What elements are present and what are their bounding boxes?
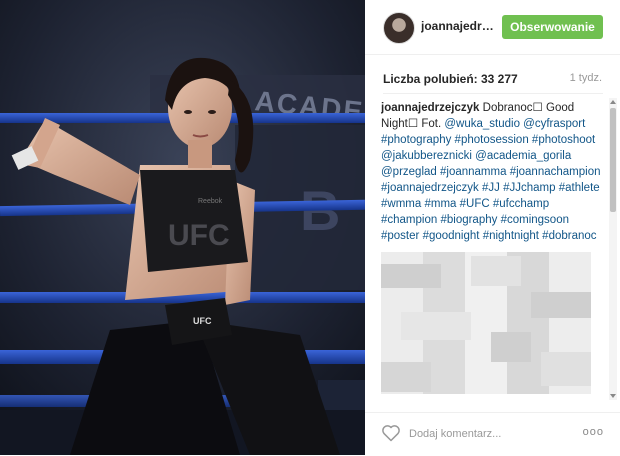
hashtag-link[interactable]: #photoshoot — [532, 134, 595, 146]
mention-link[interactable]: @academia_gorila — [475, 150, 571, 162]
likes-count[interactable]: Liczba polubień: 33 277 — [383, 72, 518, 86]
hashtag-link[interactable]: #ufcchamp — [493, 198, 549, 210]
avatar[interactable] — [383, 12, 415, 44]
glove-text: UFC — [193, 316, 212, 326]
hashtag-link[interactable]: #photosession — [455, 134, 529, 146]
post-time[interactable]: 1 tydz. — [570, 72, 602, 84]
logo-text: Reebok — [198, 198, 223, 205]
hashtag-link[interactable]: #joannajedrzejczyk — [381, 182, 479, 194]
divider — [383, 93, 603, 94]
comment-input[interactable] — [409, 425, 559, 443]
hashtag-link[interactable]: #UFC — [460, 198, 490, 210]
username-link[interactable]: joannajedrzejczyk — [421, 19, 497, 33]
hashtag-link[interactable]: #mma — [424, 198, 456, 210]
caption-scrollbar[interactable] — [609, 98, 617, 400]
post-photo[interactable]: ACADEMIA B UFC Reebok — [0, 0, 365, 455]
mention-link[interactable]: @jakubbereznicki — [381, 150, 472, 162]
photo-image: ACADEMIA B UFC Reebok — [0, 0, 365, 455]
follow-button[interactable]: Obserwowanie — [502, 15, 603, 39]
scroll-up-icon[interactable] — [610, 100, 616, 104]
hashtag-link[interactable]: #dobranoc — [542, 230, 596, 242]
hashtag-link[interactable]: #joannamma — [440, 166, 506, 178]
hashtag-link[interactable]: #nightnight — [483, 230, 539, 242]
hashtag-link[interactable]: #goodnight — [423, 230, 480, 242]
hashtag-link[interactable]: #JJchamp — [503, 182, 555, 194]
hashtag-link[interactable]: #JJ — [482, 182, 500, 194]
caption: joannajedrzejczyk Dobranoc☐ Good Night☐ … — [381, 100, 605, 400]
mention-link[interactable]: @cyfrasport — [523, 118, 585, 130]
post-header: joannajedrzejczyk Obserwowanie — [365, 0, 620, 55]
shirt-text: UFC — [168, 219, 230, 252]
hashtag-link[interactable]: #wmma — [381, 198, 421, 210]
hashtag-link[interactable]: #joannachampion — [510, 166, 601, 178]
hashtag-link[interactable]: #comingsoon — [501, 214, 569, 226]
hashtag-link[interactable]: #photography — [381, 134, 451, 146]
hashtag-link[interactable]: #athlete — [559, 182, 600, 194]
post-sidebar: joannajedrzejczyk Obserwowanie Liczba po… — [365, 0, 620, 455]
caption-tags: @wuka_studio @cyfrasport #photography #p… — [381, 118, 600, 242]
scroll-thumb[interactable] — [610, 108, 616, 212]
hashtag-link[interactable]: #poster — [381, 230, 419, 242]
hashtag-link[interactable]: #biography — [440, 214, 497, 226]
mention-link[interactable]: @przeglad — [381, 166, 437, 178]
more-options-icon[interactable]: ooo — [583, 426, 604, 438]
blurred-comments — [381, 252, 591, 394]
hashtag-link[interactable]: #champion — [381, 214, 437, 226]
caption-author[interactable]: joannajedrzejczyk — [381, 102, 479, 114]
mention-link[interactable]: @wuka_studio — [444, 118, 520, 130]
heart-outline-icon[interactable] — [381, 423, 401, 443]
post-footer: ooo — [365, 412, 620, 456]
scroll-down-icon[interactable] — [610, 394, 616, 398]
